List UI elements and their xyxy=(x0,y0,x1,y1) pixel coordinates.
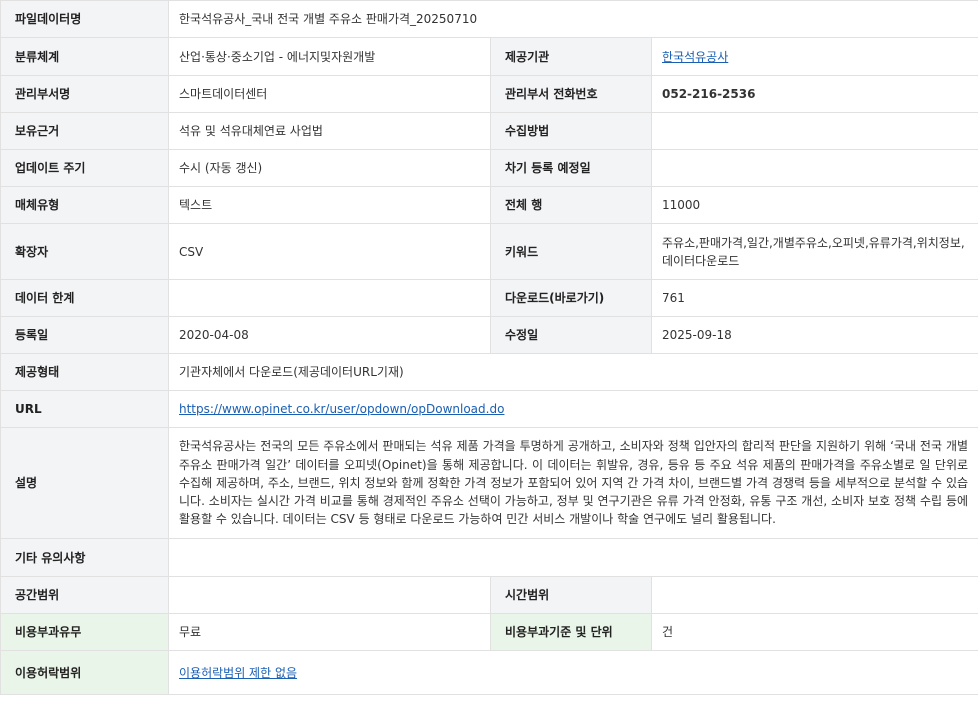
category-value: 산업·통상·중소기업 - 에너지및자원개발 xyxy=(168,37,491,76)
row-file-name: 파일데이터명 한국석유공사_국내 전국 개별 주유소 판매가격_20250710 xyxy=(0,0,978,38)
dept-phone-label: 관리부서 전화번호 xyxy=(490,75,652,113)
row-provide: 제공형태 기관자체에서 다운로드(제공데이터URL기재) xyxy=(0,353,978,391)
download-label: 다운로드(바로가기) xyxy=(490,279,652,317)
row-category: 분류체계 산업·통상·중소기업 - 에너지및자원개발 제공기관 한국석유공사 xyxy=(0,37,978,76)
total-rows-label: 전체 행 xyxy=(490,186,652,224)
spatial-range-label: 공간범위 xyxy=(0,576,169,614)
modified-date-value: 2025-09-18 xyxy=(650,316,978,354)
extension-value: CSV xyxy=(168,223,491,280)
row-url: URL https://www.opinet.co.kr/user/opdown… xyxy=(0,390,978,428)
url-label: URL xyxy=(0,390,169,428)
file-name-label: 파일데이터명 xyxy=(0,0,169,38)
license-link[interactable]: 이용허락범위 제한 없음 xyxy=(179,666,297,680)
data-limit-value xyxy=(168,279,491,317)
update-cycle-label: 업데이트 주기 xyxy=(0,149,169,187)
next-registration-label: 차기 등록 예정일 xyxy=(490,149,652,187)
extension-label: 확장자 xyxy=(0,223,169,280)
modified-date-label: 수정일 xyxy=(490,316,652,354)
collection-method-value xyxy=(650,112,978,150)
fee-label: 비용부과유무 xyxy=(0,613,169,651)
temporal-range-label: 시간범위 xyxy=(490,576,652,614)
row-basis: 보유근거 석유 및 석유대체연료 사업법 수집방법 xyxy=(0,112,978,150)
registered-date-label: 등록일 xyxy=(0,316,169,354)
basis-label: 보유근거 xyxy=(0,112,169,150)
collection-method-label: 수집방법 xyxy=(490,112,652,150)
data-limit-label: 데이터 한계 xyxy=(0,279,169,317)
basis-value: 석유 및 석유대체연료 사업법 xyxy=(168,112,491,150)
next-registration-value xyxy=(650,149,978,187)
row-media: 매체유형 텍스트 전체 행 11000 xyxy=(0,186,978,224)
dept-value: 스마트데이터센터 xyxy=(168,75,491,113)
fee-value: 무료 xyxy=(168,613,491,651)
dataset-metadata-table: 파일데이터명 한국석유공사_국내 전국 개별 주유소 판매가격_20250710… xyxy=(0,0,978,695)
category-label: 분류체계 xyxy=(0,37,169,76)
provide-form-label: 제공형태 xyxy=(0,353,169,391)
media-type-label: 매체유형 xyxy=(0,186,169,224)
keywords-value: 주유소,판매가격,일간,개별주유소,오피넷,유류가격,위치정보,데이터다운로드 xyxy=(650,223,978,280)
temporal-range-value xyxy=(650,576,978,614)
dept-label: 관리부서명 xyxy=(0,75,169,113)
row-limit: 데이터 한계 다운로드(바로가기) 761 xyxy=(0,279,978,317)
row-license: 이용허락범위 이용허락범위 제한 없음 xyxy=(0,650,978,695)
keywords-label: 키워드 xyxy=(490,223,652,280)
file-name-value: 한국석유공사_국내 전국 개별 주유소 판매가격_20250710 xyxy=(167,0,978,38)
row-extension: 확장자 CSV 키워드 주유소,판매가격,일간,개별주유소,오피넷,유류가격,위… xyxy=(0,223,978,280)
description-label: 설명 xyxy=(0,427,169,539)
row-description: 설명 한국석유공사는 전국의 모든 주유소에서 판매되는 석유 제품 가격을 투… xyxy=(0,427,978,539)
row-range: 공간범위 시간범위 xyxy=(0,576,978,614)
total-rows-value: 11000 xyxy=(650,186,978,224)
fee-unit-label: 비용부과기준 및 단위 xyxy=(490,613,652,651)
download-count-value: 761 xyxy=(650,279,978,317)
row-dates: 등록일 2020-04-08 수정일 2025-09-18 xyxy=(0,316,978,354)
row-dept: 관리부서명 스마트데이터센터 관리부서 전화번호 052-216-2536 xyxy=(0,75,978,113)
media-type-value: 텍스트 xyxy=(168,186,491,224)
provider-link[interactable]: 한국석유공사 xyxy=(662,50,728,64)
row-update: 업데이트 주기 수시 (자동 갱신) 차기 등록 예정일 xyxy=(0,149,978,187)
fee-unit-value: 건 xyxy=(650,613,978,651)
provider-label: 제공기관 xyxy=(490,37,652,76)
notes-value xyxy=(167,538,978,577)
update-cycle-value: 수시 (자동 갱신) xyxy=(168,149,491,187)
registered-date-value: 2020-04-08 xyxy=(168,316,491,354)
dept-phone-value: 052-216-2536 xyxy=(650,75,978,113)
description-value: 한국석유공사는 전국의 모든 주유소에서 판매되는 석유 제품 가격을 투명하게… xyxy=(167,427,978,539)
row-fee: 비용부과유무 무료 비용부과기준 및 단위 건 xyxy=(0,613,978,651)
row-notes: 기타 유의사항 xyxy=(0,538,978,577)
license-label: 이용허락범위 xyxy=(0,650,169,695)
spatial-range-value xyxy=(168,576,491,614)
url-link[interactable]: https://www.opinet.co.kr/user/opdown/opD… xyxy=(179,402,504,416)
provide-form-value: 기관자체에서 다운로드(제공데이터URL기재) xyxy=(167,353,978,391)
notes-label: 기타 유의사항 xyxy=(0,538,169,577)
